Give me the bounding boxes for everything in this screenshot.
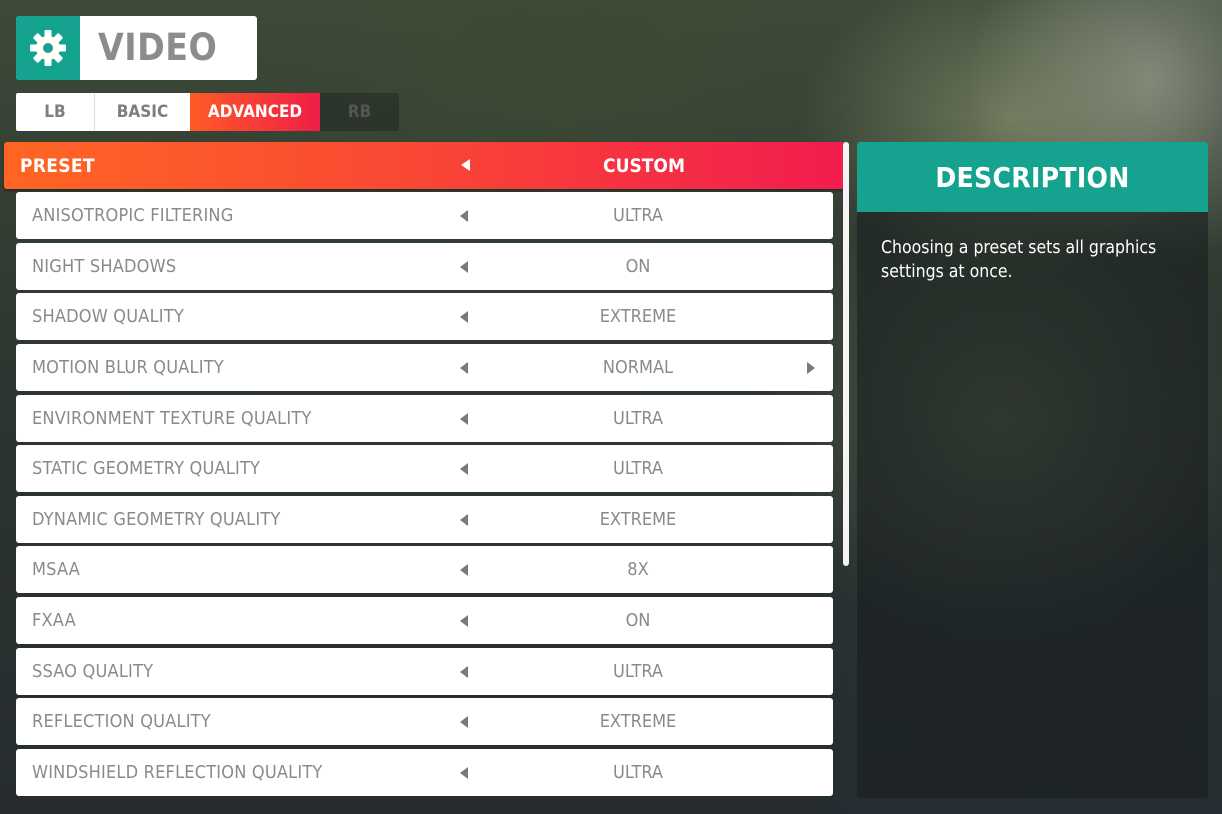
page-title: VIDEO [98,26,218,69]
setting-row-fxaa[interactable]: FXAA ON [16,597,833,645]
setting-label: MOTION BLUR QUALITY [32,356,224,378]
tab-advanced[interactable]: ADVANCED [190,93,320,131]
setting-value: EXTREME [599,711,677,733]
setting-row-msaa[interactable]: MSAA 8X [16,546,833,594]
preset-selector[interactable]: PRESET CUSTOM [4,142,845,189]
setting-label: NIGHT SHADOWS [32,255,177,277]
arrow-left-icon[interactable] [460,412,468,425]
arrow-left-icon[interactable] [460,615,468,628]
arrow-left-icon[interactable] [460,513,468,526]
setting-value: ULTRA [613,407,663,429]
description-panel: DESCRIPTION Choosing a preset sets all g… [857,142,1208,798]
setting-label: STATIC GEOMETRY QUALITY [32,458,261,480]
arrow-left-icon[interactable] [460,716,468,729]
settings-list: ANISOTROPIC FILTERING ULTRA NIGHT SHADOW… [16,192,833,800]
setting-label: DYNAMIC GEOMETRY QUALITY [32,508,281,530]
setting-label: MSAA [32,559,81,581]
arrow-left-icon[interactable] [460,767,468,780]
scrollbar-thumb[interactable] [843,142,849,566]
setting-row-ssao-quality[interactable]: SSAO QUALITY ULTRA [16,647,833,695]
tab-bar: LB BASIC ADVANCED RB [16,93,399,131]
arrow-left-icon[interactable] [460,260,468,273]
preset-value: CUSTOM [603,154,685,177]
setting-row-night-shadows[interactable]: NIGHT SHADOWS ON [16,242,833,290]
setting-value: NORMAL [602,356,674,378]
setting-row-reflection-quality[interactable]: REFLECTION QUALITY EXTREME [16,698,833,746]
setting-value: 8X [627,559,649,581]
arrow-left-icon[interactable] [460,311,468,324]
arrow-left-icon[interactable] [460,463,468,476]
setting-label: ANISOTROPIC FILTERING [32,205,234,226]
setting-row-anisotropic-filtering[interactable]: ANISOTROPIC FILTERING ULTRA [16,192,833,239]
setting-value: ON [625,255,651,277]
setting-row-static-geometry-quality[interactable]: STATIC GEOMETRY QUALITY ULTRA [16,445,833,493]
tab-basic[interactable]: BASIC [95,93,190,131]
setting-label: ENVIRONMENT TEXTURE QUALITY [32,407,312,429]
arrow-left-icon[interactable] [460,564,468,577]
setting-label: REFLECTION QUALITY [32,711,211,733]
setting-row-dynamic-geometry-quality[interactable]: DYNAMIC GEOMETRY QUALITY EXTREME [16,495,833,543]
arrow-left-icon[interactable] [461,159,470,171]
setting-row-windshield-reflection-quality[interactable]: WINDSHIELD REFLECTION QUALITY ULTRA [16,749,833,797]
gear-icon [16,16,80,80]
description-text: Choosing a preset sets all graphics sett… [881,238,1157,282]
tab-lb-bumper[interactable]: LB [16,93,95,131]
page-header: VIDEO [16,16,257,80]
setting-label: WINDSHIELD REFLECTION QUALITY [32,762,323,784]
tab-rb-bumper[interactable]: RB [320,93,399,131]
setting-row-motion-blur-quality[interactable]: MOTION BLUR QUALITY NORMAL [16,343,833,391]
arrow-left-icon[interactable] [460,665,468,678]
setting-value: EXTREME [599,306,677,328]
setting-label: SSAO QUALITY [32,660,154,682]
arrow-left-icon[interactable] [460,210,468,222]
setting-value: ULTRA [613,762,663,784]
arrow-right-icon[interactable] [807,361,815,374]
setting-row-shadow-quality[interactable]: SHADOW QUALITY EXTREME [16,293,833,341]
arrow-left-icon[interactable] [460,361,468,374]
setting-row-environment-texture-quality[interactable]: ENVIRONMENT TEXTURE QUALITY ULTRA [16,394,833,442]
setting-value: ULTRA [613,458,663,480]
setting-value: ON [625,610,651,632]
setting-label: FXAA [32,610,76,632]
preset-label: PRESET [20,154,95,177]
setting-value: ULTRA [613,660,663,682]
setting-value: ULTRA [613,205,663,226]
scrollbar[interactable] [843,142,849,796]
setting-label: SHADOW QUALITY [32,306,184,328]
description-title: DESCRIPTION [857,142,1208,212]
setting-value: EXTREME [599,508,677,530]
